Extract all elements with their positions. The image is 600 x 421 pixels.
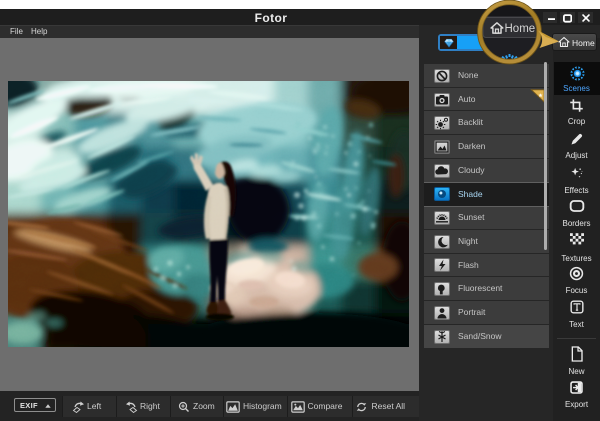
- svg-text:Home: Home: [505, 23, 536, 35]
